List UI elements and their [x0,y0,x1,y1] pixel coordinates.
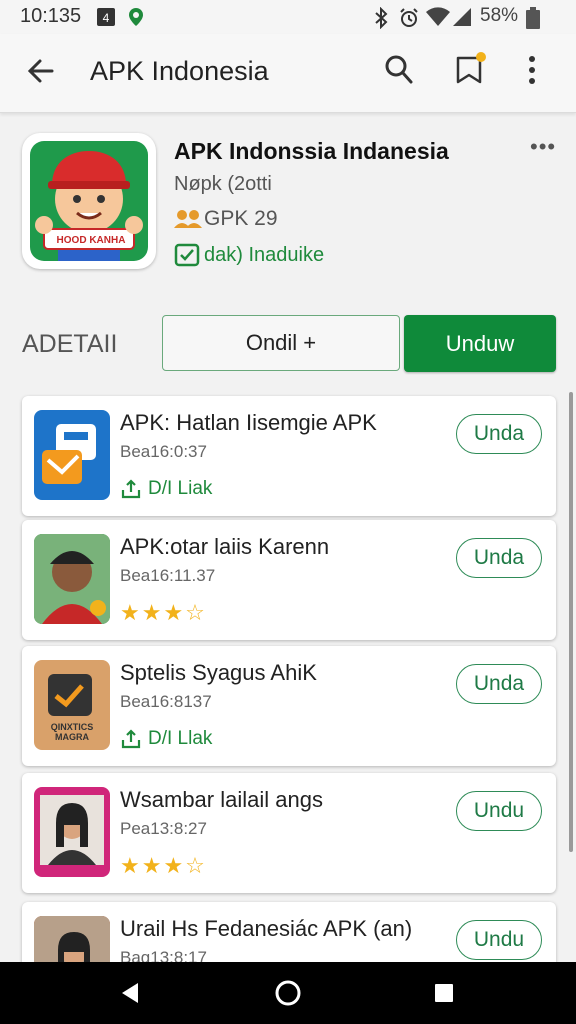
download-button[interactable]: Unduw [404,315,556,372]
app-icon: HOOD KANHA [22,133,156,269]
download-arrow-icon [121,729,141,749]
item-downloads-label: D/I Liak [148,478,213,499]
item-title: Urail Hs Fedanesiác APK (an) [120,916,413,941]
wifi-icon [426,7,450,32]
app-downloads: dak) Inaduike [204,244,325,266]
download-check-icon [174,243,200,272]
app-bar: APK Indonesia [0,34,576,113]
item-download-button[interactable]: Unda [456,664,542,704]
item-download-button[interactable]: Undu [456,920,542,960]
item-download-button[interactable]: Undu [456,791,542,831]
rating-people-icon [174,208,202,235]
detail-label: ADETAII [22,330,118,358]
app-thumbnail [34,534,110,624]
list-item[interactable]: QINXTICS MAGRA Sptelis Syagus AhiK Bea16… [22,646,556,766]
item-meta: Pea13:8:27 [120,819,207,838]
recents-nav-icon[interactable] [434,983,454,1008]
thumbnail-label: QINXTICS MAGRA [50,722,94,742]
list-item[interactable]: APK: Hatlan Iisemgie APK Bea16:0:37 D/I … [22,396,556,516]
item-downloads-label: D/I Llak [148,728,213,749]
download-arrow-icon [121,479,141,499]
app-subtitle: Nøpk (2otti [174,173,272,195]
item-title: APK:otar laiis Karenn [120,534,330,559]
list-item[interactable]: APK:otar laiis Karenn Bea16:11.37 ★★★☆ U… [22,520,556,640]
scrollbar[interactable] [569,392,573,852]
item-title: APK: Hatlan Iisemgie APK [120,410,377,435]
item-meta: Bea16:11.37 [120,566,216,585]
item-title: Sptelis Syagus AhiK [120,660,317,685]
system-nav-bar [0,962,576,1024]
app-thumbnail [34,410,110,500]
item-meta: Bea16:0:37 [120,442,207,461]
signal-icon [452,7,472,32]
svg-text:4: 4 [103,11,110,25]
app-icon-banner-text: HOOD KANHA [56,235,126,246]
app-thumbnail [34,787,110,877]
battery-icon [526,7,540,34]
status-bar: 10:135 4 58% [0,0,576,34]
notification-icon: 4 [96,7,116,32]
battery-percent: 58% [480,5,519,26]
app-more-icon[interactable]: ••• [530,134,556,160]
item-download-button[interactable]: Unda [456,538,542,578]
list-item[interactable]: Wsambar lailail angs Pea13:8:27 ★★★☆ Und… [22,773,556,893]
item-downloads: D/I Llak [120,728,212,750]
search-icon[interactable] [384,54,414,91]
more-vert-icon[interactable] [526,54,538,91]
back-arrow-icon[interactable] [26,56,56,91]
location-icon [128,7,144,32]
item-rating-stars: ★★★☆ [120,600,207,625]
status-time: 10:135 [20,5,82,27]
back-nav-icon[interactable] [118,981,142,1010]
item-downloads: D/I Liak [120,478,212,500]
app-rating: GPK 29 [204,207,278,230]
bookmark-icon[interactable] [454,50,490,91]
item-rating-stars: ★★★☆ [120,853,207,878]
add-button[interactable]: Ondil + [162,315,400,371]
home-nav-icon[interactable] [274,979,302,1012]
alarm-icon [398,7,420,34]
item-meta: Bea16:8137 [120,692,212,711]
app-thumbnail: QINXTICS MAGRA [34,660,110,750]
item-title: Wsambar lailail angs [120,787,323,812]
app-title: APK Indonssia Indanesia [174,138,449,164]
item-download-button[interactable]: Unda [456,414,542,454]
app-bar-title: APK Indonesia [90,56,269,86]
bluetooth-icon [374,6,388,34]
